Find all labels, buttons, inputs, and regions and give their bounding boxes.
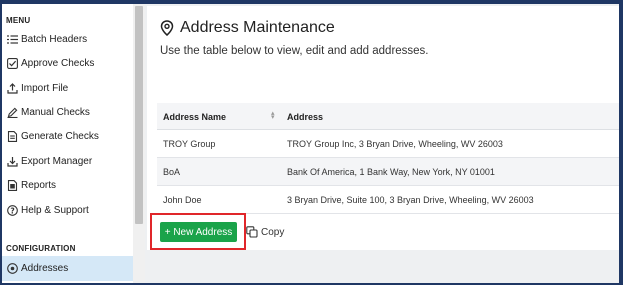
- page-title: Address Maintenance: [160, 19, 335, 37]
- address-name-cell: John Doe: [163, 195, 202, 205]
- sidebar-item-label: Help & Support: [21, 204, 89, 216]
- column-header-address[interactable]: Address: [287, 112, 323, 122]
- sidebar-item-manual-checks[interactable]: Manual Checks: [2, 101, 133, 123]
- address-name-cell: BoA: [163, 167, 181, 177]
- sort-icon[interactable]: ▴ ▾: [271, 110, 275, 121]
- sidebar-item-help-support[interactable]: ? Help & Support: [2, 199, 133, 221]
- sidebar-item-approve-checks[interactable]: Approve Checks: [2, 52, 133, 74]
- table-row[interactable]: TROY Group TROY Group Inc, 3 Bryan Drive…: [157, 130, 619, 158]
- address-name-cell: TROY Group: [163, 139, 216, 149]
- report-icon: [6, 179, 18, 191]
- address-cell: TROY Group Inc, 3 Bryan Drive, Wheeling,…: [287, 139, 503, 149]
- pencil-icon: [6, 106, 18, 118]
- page-subtitle: Use the table below to view, edit and ad…: [160, 45, 429, 57]
- window-frame-left: [0, 0, 2, 285]
- copy-icon: [246, 226, 258, 238]
- sidebar-item-label: Import File: [21, 82, 69, 94]
- sidebar-item-batch-headers[interactable]: Batch Headers: [2, 28, 133, 50]
- sidebar-item-reports[interactable]: Reports: [2, 174, 133, 196]
- sidebar-item-label: Manual Checks: [21, 106, 90, 118]
- sidebar-item-generate-checks[interactable]: Generate Checks: [2, 125, 133, 147]
- location-pin-icon: [6, 263, 18, 275]
- sidebar-item-label: Batch Headers: [21, 33, 88, 45]
- upload-icon: [6, 82, 18, 94]
- sidebar-item-import-file[interactable]: Import File: [2, 77, 133, 99]
- configuration-section-title: CONFIGURATION: [6, 244, 76, 253]
- sidebar: MENU Batch Headers Approve Checks Import…: [2, 4, 133, 283]
- menu-section-title: MENU: [6, 16, 31, 25]
- map-pin-icon: [160, 20, 174, 36]
- window-frame-right: [619, 0, 623, 285]
- download-icon: [6, 155, 18, 167]
- page-title-text: Address Maintenance: [180, 19, 335, 36]
- sidebar-item-label: Addresses: [21, 263, 69, 274]
- sidebar-item-label: Export Manager: [21, 155, 93, 167]
- sidebar-item-label: Generate Checks: [21, 130, 99, 142]
- copy-button[interactable]: Copy: [246, 223, 284, 241]
- sidebar-item-export-manager[interactable]: Export Manager: [2, 150, 133, 172]
- table-row[interactable]: BoA Bank Of America, 1 Bank Way, New Yor…: [157, 158, 619, 186]
- sidebar-item-label: Approve Checks: [21, 57, 95, 69]
- address-cell: 3 Bryan Drive, Suite 100, 3 Bryan Drive,…: [287, 195, 534, 205]
- address-table: Address Name ▴ ▾ Address TROY Group TROY …: [157, 103, 619, 214]
- column-header-address-name[interactable]: Address Name: [163, 112, 226, 122]
- sidebar-item-label: Reports: [21, 179, 57, 191]
- document-icon: [6, 130, 18, 142]
- list-icon: [6, 33, 18, 45]
- sidebar-item-addresses[interactable]: Addresses: [2, 256, 133, 281]
- help-icon: ?: [6, 204, 18, 216]
- copy-button-label: Copy: [261, 226, 285, 238]
- sidebar-scrollbar[interactable]: [133, 4, 145, 283]
- svg-text:?: ?: [10, 206, 14, 215]
- sidebar-scroll-thumb[interactable]: [135, 6, 143, 224]
- new-address-button[interactable]: + New Address: [160, 222, 237, 242]
- address-cell: Bank Of America, 1 Bank Way, New York, N…: [287, 167, 495, 177]
- table-row[interactable]: John Doe 3 Bryan Drive, Suite 100, 3 Bry…: [157, 186, 619, 214]
- table-header-row: Address Name ▴ ▾ Address: [157, 103, 619, 130]
- checkbox-icon: [6, 57, 18, 69]
